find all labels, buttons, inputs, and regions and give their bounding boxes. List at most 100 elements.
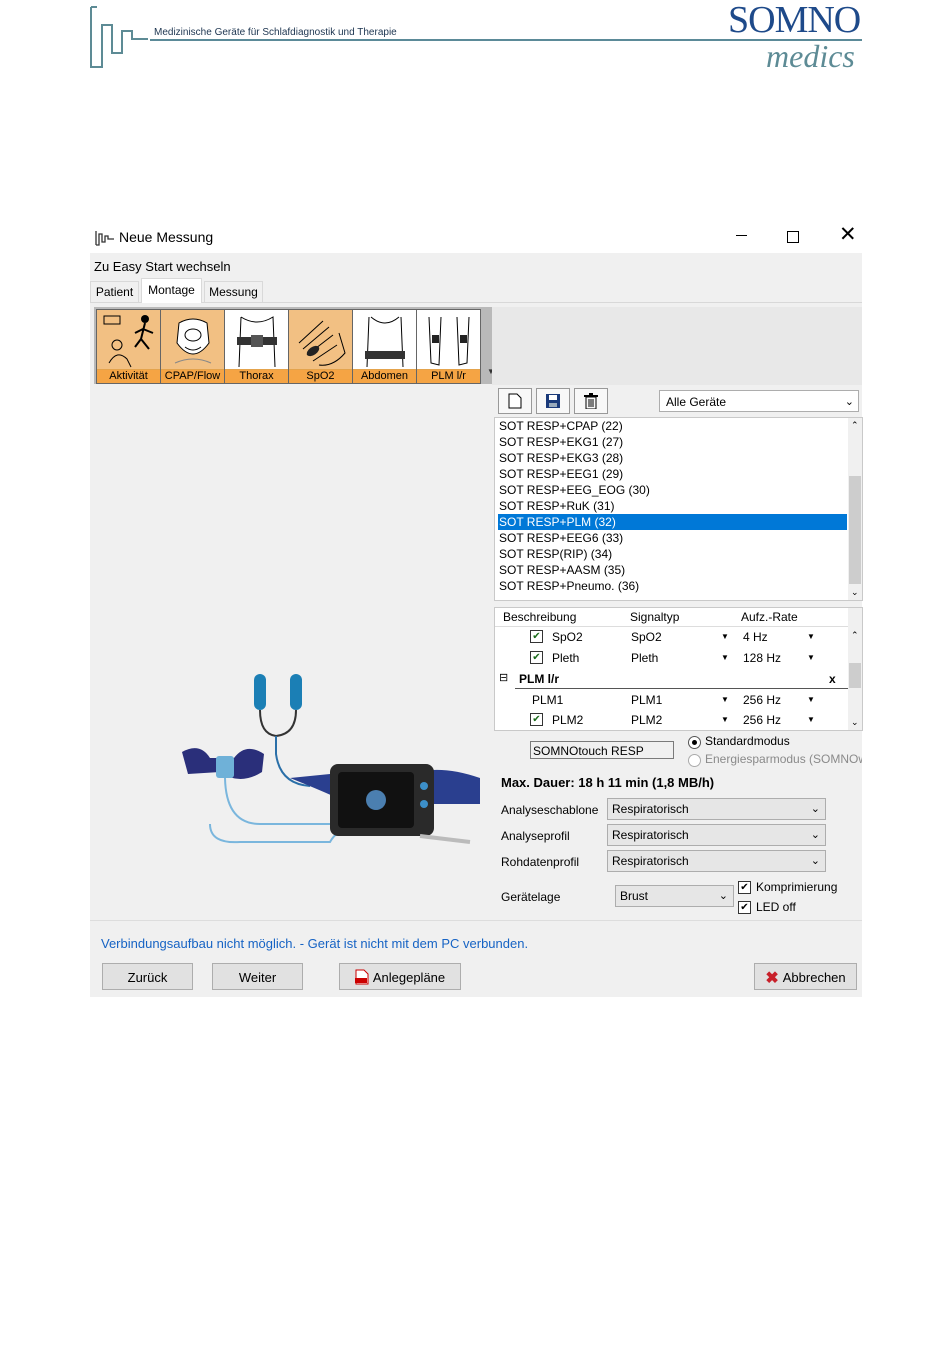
montage-list[interactable]: SOT RESP+CPAP (22) SOT RESP+EKG1 (27) SO… [494, 417, 863, 601]
maximize-button[interactable] [787, 231, 799, 243]
save-montage-button[interactable] [536, 388, 570, 414]
signal-checkbox[interactable]: ✔ [530, 630, 543, 643]
montage-panel-background [492, 307, 862, 385]
scroll-up-icon[interactable]: ⌃ [851, 630, 859, 641]
sensor-aktivitaet[interactable]: Aktivität [96, 309, 161, 384]
table-row[interactable]: PLM1 PLM1 ▼ 256 Hz ▼ [495, 690, 848, 710]
signal-type: PLM2 [631, 713, 663, 727]
chevron-down-icon: ⌄ [844, 396, 854, 408]
led-off-checkbox[interactable]: ✔ [738, 901, 751, 914]
new-montage-button[interactable] [498, 388, 532, 414]
chevron-down-icon: ⌄ [810, 803, 820, 815]
dropdown-arrow-icon[interactable]: ▼ [807, 695, 815, 704]
app-icon [95, 231, 114, 246]
cancel-x-icon: ✖ [765, 970, 779, 987]
sensor-spo2[interactable]: SpO2 [288, 309, 353, 384]
list-item[interactable]: SOT RESP(RIP) (34) [498, 546, 847, 562]
standard-mode-label: Standardmodus [705, 734, 790, 748]
somnomedics-logo-mark-icon [90, 6, 148, 68]
dropdown-arrow-icon[interactable]: ▼ [721, 653, 729, 662]
dropdown-arrow-icon[interactable]: ▼ [807, 632, 815, 641]
signal-description: PLM1 [532, 693, 564, 707]
dropdown-arrow-icon[interactable]: ▼ [721, 695, 729, 704]
next-button[interactable]: Weiter [212, 963, 303, 990]
signal-description: SpO2 [552, 630, 583, 644]
signal-table-scrollbar[interactable]: ⌃ ⌄ [848, 608, 862, 730]
close-window-button[interactable]: ✕ [839, 224, 857, 245]
placement-plans-button[interactable]: Anlegepläne [339, 963, 461, 990]
remove-group-button[interactable]: x [829, 672, 836, 686]
sensor-abdomen[interactable]: Abdomen [352, 309, 417, 384]
signal-table-header: Beschreibung Signaltyp Aufz.-Rate [495, 608, 848, 627]
sensor-thorax[interactable]: Thorax [224, 309, 289, 384]
device-filter-select[interactable]: Alle Geräte ⌄ [659, 390, 859, 412]
signal-type: PLM1 [631, 693, 663, 707]
dropdown-arrow-icon[interactable]: ▼ [807, 715, 815, 724]
back-button[interactable]: Zurück [102, 963, 193, 990]
scrollbar-thumb[interactable] [849, 663, 861, 688]
device-position-select[interactable]: Brust ⌄ [615, 885, 734, 907]
sensor-label: SpO2 [289, 369, 352, 383]
column-header-rate[interactable]: Aufz.-Rate [741, 610, 798, 624]
list-item[interactable]: SOT RESP+EKG3 (28) [498, 450, 847, 466]
scroll-down-icon[interactable]: ⌄ [851, 587, 859, 598]
list-item[interactable]: SOT RESP+Pneumo. (36) [498, 578, 847, 594]
column-header-signal-type[interactable]: Signaltyp [630, 610, 679, 624]
analysis-profile-value: Respiratorisch [612, 828, 689, 842]
column-header-description[interactable]: Beschreibung [503, 610, 576, 624]
spo2-hand-icon [298, 320, 346, 366]
list-item[interactable]: SOT RESP+EEG6 (33) [498, 530, 847, 546]
cancel-label: Abbrechen [782, 970, 846, 985]
pdf-icon [354, 969, 369, 985]
sensor-plm[interactable]: PLM l/r [416, 309, 481, 384]
energy-mode-radio[interactable] [688, 754, 701, 767]
tab-patient[interactable]: Patient [90, 281, 139, 302]
signal-checkbox[interactable]: ✔ [530, 651, 543, 664]
signal-type: SpO2 [631, 630, 662, 644]
list-item[interactable]: SOT RESP+EKG1 (27) [498, 434, 847, 450]
signal-group-row[interactable]: ⊟ PLM l/r x [495, 669, 848, 689]
scroll-up-icon[interactable]: ⌃ [851, 420, 859, 431]
dropdown-arrow-icon[interactable]: ▼ [721, 715, 729, 724]
table-row[interactable]: ✔ SpO2 SpO2 ▼ 4 Hz ▼ [495, 627, 848, 647]
easy-start-link[interactable]: Zu Easy Start wechseln [94, 259, 231, 274]
header-tagline: Medizinische Geräte für Schlafdiagnostik… [154, 27, 397, 38]
analysis-profile-label: Analyseprofil [501, 829, 570, 843]
raw-data-profile-select[interactable]: Respiratorisch ⌄ [607, 850, 826, 872]
list-item[interactable]: SOT RESP+RuK (31) [498, 498, 847, 514]
signal-type: Pleth [631, 651, 659, 665]
cancel-button[interactable]: ✖ Abbrechen [754, 963, 857, 990]
list-item[interactable]: SOT RESP+AASM (35) [498, 562, 847, 578]
dropdown-arrow-icon[interactable]: ▼ [721, 632, 729, 641]
status-bar [90, 920, 862, 997]
montage-list-scrollbar[interactable]: ⌃ ⌄ [848, 418, 862, 600]
sensor-cpap-flow[interactable]: CPAP/Flow [160, 309, 225, 384]
sensor-label: Thorax [225, 369, 288, 383]
analysis-profile-select[interactable]: Respiratorisch ⌄ [607, 824, 826, 846]
signal-checkbox[interactable]: ✔ [530, 713, 543, 726]
device-name-field[interactable]: SOMNOtouch RESP [530, 741, 674, 759]
list-item[interactable]: SOT RESP+CPAP (22) [498, 418, 847, 434]
table-row[interactable]: ✔ PLM2 PLM2 ▼ 256 Hz ▼ [495, 710, 848, 730]
delete-montage-button[interactable] [574, 388, 608, 414]
thorax-belt-icon [237, 316, 277, 368]
scroll-down-icon[interactable]: ⌄ [851, 717, 859, 728]
scrollbar-thumb[interactable] [849, 476, 861, 584]
analysis-template-label: Analyseschablone [501, 803, 599, 817]
tab-strip: Patient Montage Messung [90, 278, 862, 303]
tab-montage[interactable]: Montage [141, 278, 202, 303]
brand-logo-somno: SOMNO [728, 0, 861, 41]
analysis-template-select[interactable]: Respiratorisch ⌄ [607, 798, 826, 820]
list-item-selected[interactable]: SOT RESP+PLM (32) [498, 514, 847, 530]
dropdown-arrow-icon[interactable]: ▼ [807, 653, 815, 662]
tab-messung[interactable]: Messung [204, 281, 263, 302]
collapse-group-icon[interactable]: ⊟ [499, 671, 508, 684]
list-item[interactable]: SOT RESP+EEG_EOG (30) [498, 482, 847, 498]
table-row[interactable]: ✔ Pleth Pleth ▼ 128 Hz ▼ [495, 648, 848, 668]
minimize-button[interactable] [736, 235, 747, 236]
compression-label: Komprimierung [756, 880, 838, 894]
cpap-mask-icon [174, 318, 212, 364]
compression-checkbox[interactable]: ✔ [738, 881, 751, 894]
standard-mode-radio[interactable] [688, 736, 701, 749]
list-item[interactable]: SOT RESP+EEG1 (29) [498, 466, 847, 482]
